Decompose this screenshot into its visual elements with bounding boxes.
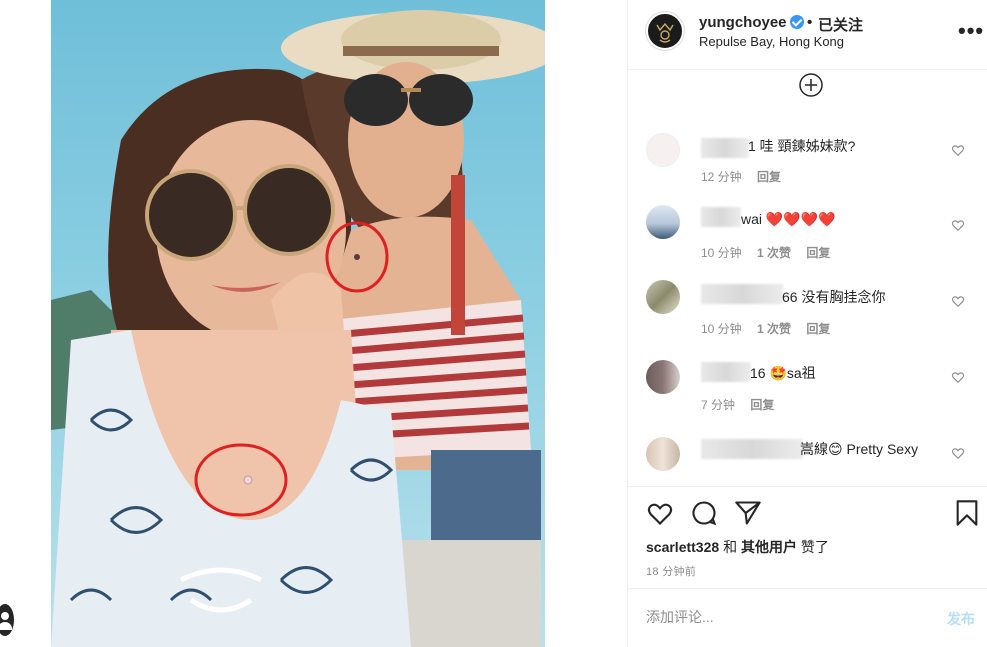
blurred-username: [701, 284, 783, 304]
comment-text: 嵩線😊 Pretty Sexy: [800, 441, 919, 457]
reply-button[interactable]: 回复: [757, 170, 781, 184]
comment-time: 12 分钟: [701, 170, 742, 184]
plus-circle-icon[interactable]: [799, 73, 823, 97]
post-comment-button[interactable]: 发布: [947, 609, 975, 629]
more-options-icon[interactable]: •••: [958, 18, 984, 44]
comment-time: 10 分钟: [701, 246, 742, 260]
comment-meta: 12 分钟 回复: [701, 168, 793, 185]
comment-like-count[interactable]: 1 次赞: [757, 322, 791, 336]
blurred-username: [701, 138, 749, 158]
comment-text: 16 🤩sa祖: [750, 365, 816, 381]
blurred-username: [701, 207, 741, 227]
verified-badge-icon: [790, 15, 804, 29]
blurred-username: [701, 439, 803, 459]
separator-dot: •: [807, 14, 813, 31]
comment-meta: 10 分钟 1 次赞 回复: [701, 244, 842, 261]
reply-button[interactable]: 回复: [806, 246, 830, 260]
reply-button[interactable]: 回复: [750, 398, 774, 412]
first-liker-username[interactable]: scarlett328: [646, 539, 719, 555]
commenter-avatar[interactable]: [646, 205, 680, 239]
comment-like-heart-icon[interactable]: [951, 218, 965, 232]
comment-like-heart-icon[interactable]: [951, 446, 965, 460]
action-bar: scarlett328 和 其他用户 赞了 18 分钟前: [628, 486, 987, 587]
add-comment-bar: 发布: [628, 588, 987, 647]
comment-item: 66 没有胸挂念你 10 分钟 1 次赞 回复: [628, 280, 987, 350]
photo-panel: [0, 0, 627, 647]
reply-button[interactable]: 回复: [806, 322, 830, 336]
comment-like-count[interactable]: 1 次赞: [757, 246, 791, 260]
commenter-avatar[interactable]: [646, 280, 680, 314]
comment-bubble-icon[interactable]: [690, 499, 718, 527]
likes-summary: scarlett328 和 其他用户 赞了: [646, 537, 829, 557]
comment-item: wai ❤️❤️❤️❤️ 10 分钟 1 次赞 回复: [628, 203, 987, 273]
post-header: yungchoyee • 已关注 Repulse Bay, Hong Kong …: [628, 0, 987, 70]
post-location[interactable]: Repulse Bay, Hong Kong: [699, 34, 844, 49]
comment-item: 嵩線😊 Pretty Sexy: [628, 434, 987, 484]
bookmark-icon[interactable]: [953, 499, 981, 527]
likes-suffix: 赞了: [800, 539, 829, 555]
post-sidebar: yungchoyee • 已关注 Repulse Bay, Hong Kong …: [627, 0, 987, 647]
post-timestamp[interactable]: 18 分钟前: [646, 563, 696, 579]
comment-like-heart-icon[interactable]: [951, 370, 965, 384]
comment-item: 16 🤩sa祖 7 分钟 回复: [628, 358, 987, 428]
profile-avatar-icon[interactable]: [0, 604, 14, 636]
account-logo[interactable]: [646, 12, 684, 50]
follow-status-button[interactable]: 已关注: [818, 14, 863, 35]
heart-icon[interactable]: [646, 499, 674, 527]
post-photo[interactable]: [51, 0, 545, 647]
blurred-username: [701, 362, 751, 382]
comment-time: 7 分钟: [701, 398, 736, 412]
likes-conjunction: 和: [723, 539, 738, 555]
other-likers-link[interactable]: 其他用户: [741, 539, 797, 555]
comment-text: 1 哇 頸鍊姊妹款?: [748, 138, 856, 154]
photo-illustration: [51, 0, 545, 647]
comment-meta: 7 分钟 回复: [701, 396, 786, 413]
comment-meta: 10 分钟 1 次赞 回复: [701, 320, 842, 337]
comment-input[interactable]: [646, 609, 926, 625]
paper-plane-icon[interactable]: [734, 499, 762, 527]
commenter-avatar[interactable]: [646, 133, 680, 167]
commenter-avatar[interactable]: [646, 360, 680, 394]
post-author-username[interactable]: yungchoyee: [699, 14, 787, 31]
comment-time: 10 分钟: [701, 322, 742, 336]
comment-item: 1 哇 頸鍊姊妹款? 12 分钟 回复: [628, 128, 987, 198]
crown-logo-icon: [656, 22, 674, 43]
comment-like-heart-icon[interactable]: [951, 294, 965, 308]
commenter-avatar[interactable]: [646, 437, 680, 471]
comment-like-heart-icon[interactable]: [951, 143, 965, 157]
comment-text: wai ❤️❤️❤️❤️: [741, 211, 836, 227]
comment-text: 66 没有胸挂念你: [782, 289, 886, 305]
